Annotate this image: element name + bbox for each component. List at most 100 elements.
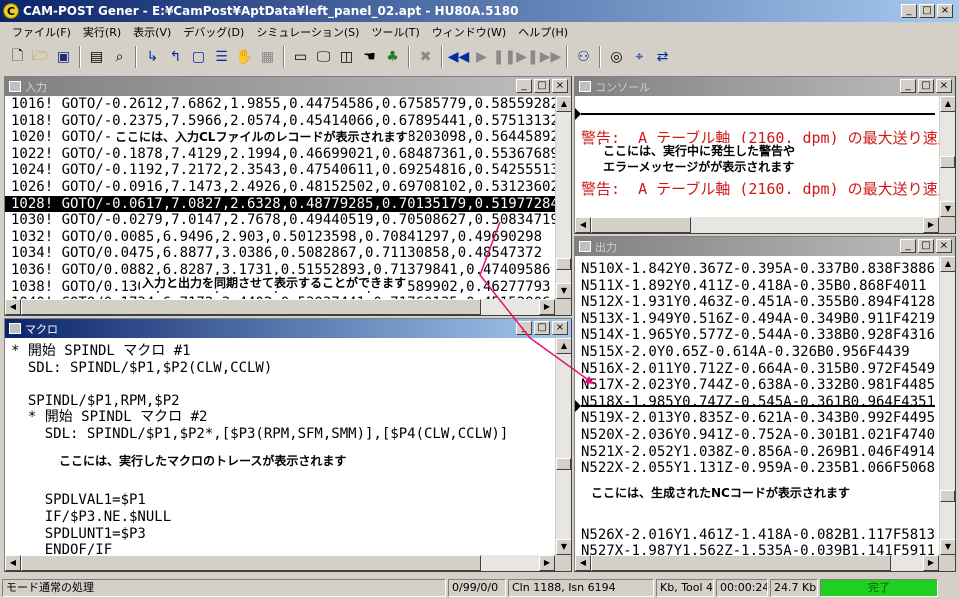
input-record-list[interactable]: 1016! GOTO/-0.2612,7.6862,1.9855,0.44754… [5, 96, 555, 299]
record-row[interactable]: IF/$P3.NE.$NULL [5, 509, 555, 526]
record-row[interactable]: SPDLUNT1=$P3 [5, 526, 555, 543]
record-row[interactable]: 1022! GOTO/-0.1878,7.4129,2.1994,0.46699… [5, 146, 555, 163]
step-out-icon[interactable]: ↰ [164, 46, 187, 68]
macro-trace-list[interactable]: * 開始 SPINDL マクロ #1 SDL: SPINDL/$P1,$P2(C… [5, 343, 555, 555]
close-button[interactable]: × [937, 4, 953, 18]
find-icon[interactable]: ⌖ [628, 46, 651, 68]
scroll-thumb[interactable] [556, 458, 571, 470]
record-row[interactable]: SDL: SPINDL/$P1,$P2*,[$P3(RPM,SFM,SMM)],… [5, 426, 555, 443]
record-row[interactable]: 1018! GOTO/-0.2375,7.5966,2.0574,0.45414… [5, 113, 555, 130]
record-row[interactable]: N518X-1.985Y0.747Z-0.545A-0.361B0.964F43… [575, 394, 939, 411]
scroll-thumb[interactable] [21, 299, 481, 315]
menu-tools[interactable]: ツール(T) [365, 24, 425, 40]
maximize-button[interactable]: □ [918, 239, 934, 253]
minimize-button[interactable]: _ [516, 321, 532, 335]
menu-help[interactable]: ヘルプ(H) [512, 24, 574, 40]
rewind-icon[interactable]: ◀◀ [447, 46, 470, 68]
minimize-button[interactable]: _ [900, 239, 916, 253]
scroll-thumb[interactable] [940, 490, 955, 502]
grab-icon[interactable]: ✋ [233, 46, 256, 68]
minimize-button[interactable]: _ [516, 79, 532, 93]
replace-icon[interactable]: ⇄ [651, 46, 674, 68]
close-button[interactable]: × [552, 79, 568, 93]
nc-code-list[interactable]: N510X-1.842Y0.367Z-0.395A-0.337B0.838F38… [575, 261, 939, 555]
scroll-thumb[interactable] [591, 217, 691, 233]
record-row[interactable]: N514X-1.965Y0.577Z-0.544A-0.338B0.928F43… [575, 327, 939, 344]
macro-panel-titlebar[interactable]: マクロ _ □ × [5, 319, 571, 338]
menu-file[interactable]: ファイル(F) [6, 24, 77, 40]
scroll-down-button[interactable]: ▼ [556, 539, 571, 555]
close-button[interactable]: × [552, 321, 568, 335]
record-row[interactable]: N510X-1.842Y0.367Z-0.395A-0.337B0.838F38… [575, 261, 939, 278]
record-row[interactable]: N517X-2.023Y0.744Z-0.638A-0.332B0.981F44… [575, 377, 939, 394]
menu-window[interactable]: ウィンドウ(W) [426, 24, 512, 40]
record-row[interactable]: N519X-2.013Y0.835Z-0.621A-0.343B0.992F44… [575, 410, 939, 427]
scroll-right-button[interactable]: ▶ [923, 217, 939, 233]
new-file-icon[interactable]: 🗋 [6, 46, 29, 68]
input-panel-titlebar[interactable]: 入力 _ □ × [5, 77, 571, 96]
maximize-button[interactable]: □ [534, 79, 550, 93]
scroll-thumb[interactable] [940, 156, 955, 168]
macro-horizontal-scrollbar[interactable]: ◀ ▶ [5, 555, 555, 571]
step-forward-icon[interactable]: ▶❚ [516, 46, 539, 68]
scroll-thumb[interactable] [591, 555, 891, 571]
scroll-up-button[interactable]: ▲ [556, 338, 571, 354]
record-row[interactable]: 1030! GOTO/-0.0279,7.0147,2.7678,0.49440… [5, 212, 555, 229]
scroll-down-button[interactable]: ▼ [940, 201, 955, 217]
maximize-button[interactable]: □ [918, 79, 934, 93]
input-horizontal-scrollbar[interactable]: ◀ ▶ [5, 299, 555, 315]
maximize-button[interactable]: □ [534, 321, 550, 335]
scroll-down-button[interactable]: ▼ [940, 539, 955, 555]
record-row[interactable]: N526X-2.016Y1.461Z-1.418A-0.082B1.117F58… [575, 527, 939, 544]
record-row[interactable]: ENDOF/IF [5, 542, 555, 555]
scroll-right-button[interactable]: ▶ [539, 299, 555, 315]
record-row[interactable]: SPDLVAL1=$P1 [5, 492, 555, 509]
close-button[interactable]: × [936, 239, 952, 253]
record-row[interactable]: N512X-1.931Y0.463Z-0.451A-0.355B0.894F41… [575, 294, 939, 311]
scroll-left-button[interactable]: ◀ [575, 555, 591, 571]
list-icon[interactable]: ☰ [210, 46, 233, 68]
pause-icon[interactable]: ❚❚ [493, 46, 516, 68]
macro-vertical-scrollbar[interactable]: ▲ ▼ [555, 338, 571, 555]
cancel-icon[interactable]: ✖ [414, 46, 437, 68]
scroll-thumb[interactable] [21, 555, 481, 571]
scroll-up-button[interactable]: ▲ [940, 256, 955, 272]
output-panel-titlebar[interactable]: 出力 _ □ × [575, 237, 955, 256]
record-row[interactable]: N515X-2.0Y0.65Z-0.614A-0.326B0.956F4439 [575, 344, 939, 361]
record-row[interactable]: 1016! GOTO/-0.2612,7.6862,1.9855,0.44754… [5, 96, 555, 113]
inspect-icon[interactable]: ⚇ [572, 46, 595, 68]
binoculars-icon[interactable]: ◎ [605, 46, 628, 68]
fast-forward-icon[interactable]: ▶▶ [539, 46, 562, 68]
record-row[interactable]: 1034! GOTO/0.0475,6.8877,3.0386,0.508286… [5, 245, 555, 262]
minimize-button[interactable]: _ [900, 79, 916, 93]
scroll-up-button[interactable]: ▲ [556, 96, 571, 112]
window-icon[interactable]: ▢ [187, 46, 210, 68]
input-vertical-scrollbar[interactable]: ▲ ▼ [555, 96, 571, 299]
play-icon[interactable]: ▶ [470, 46, 493, 68]
record-row[interactable]: SPINDL/$P1,RPM,$P2 [5, 393, 555, 410]
app-icon[interactable]: C [3, 3, 19, 19]
scroll-down-button[interactable]: ▼ [556, 283, 571, 299]
scroll-up-button[interactable]: ▲ [940, 96, 955, 112]
record-row[interactable]: N511X-1.892Y0.411Z-0.418A-0.35B0.868F401… [575, 278, 939, 295]
menu-run[interactable]: 実行(R) [77, 24, 127, 40]
record-row[interactable]: * 開始 SPINDL マクロ #1 [5, 343, 555, 360]
record-row[interactable]: 1032! GOTO/0.0085,6.9496,2.903,0.5012359… [5, 229, 555, 246]
record-row[interactable]: N520X-2.036Y0.941Z-0.752A-0.301B1.021F47… [575, 427, 939, 444]
record-row[interactable] [575, 510, 939, 527]
tree-icon[interactable]: ♣ [381, 46, 404, 68]
panel-icon[interactable]: ▭ [289, 46, 312, 68]
maximize-button[interactable]: □ [919, 4, 935, 18]
scroll-right-button[interactable]: ▶ [923, 555, 939, 571]
close-button[interactable]: × [936, 79, 952, 93]
console-horizontal-scrollbar[interactable]: ◀ ▶ [575, 217, 939, 233]
scroll-left-button[interactable]: ◀ [5, 299, 21, 315]
minimize-button[interactable]: _ [901, 4, 917, 18]
scroll-thumb[interactable] [556, 258, 571, 270]
console-panel-titlebar[interactable]: コンソール _ □ × [575, 77, 955, 96]
window-dialog-icon[interactable]: ◫ [335, 46, 358, 68]
menu-simulation[interactable]: シミュレーション(S) [250, 24, 365, 40]
output-vertical-scrollbar[interactable]: ▲ ▼ [939, 256, 955, 555]
open-folder-icon[interactable]: 🗁 [29, 46, 52, 68]
step-in-icon[interactable]: ↳ [141, 46, 164, 68]
